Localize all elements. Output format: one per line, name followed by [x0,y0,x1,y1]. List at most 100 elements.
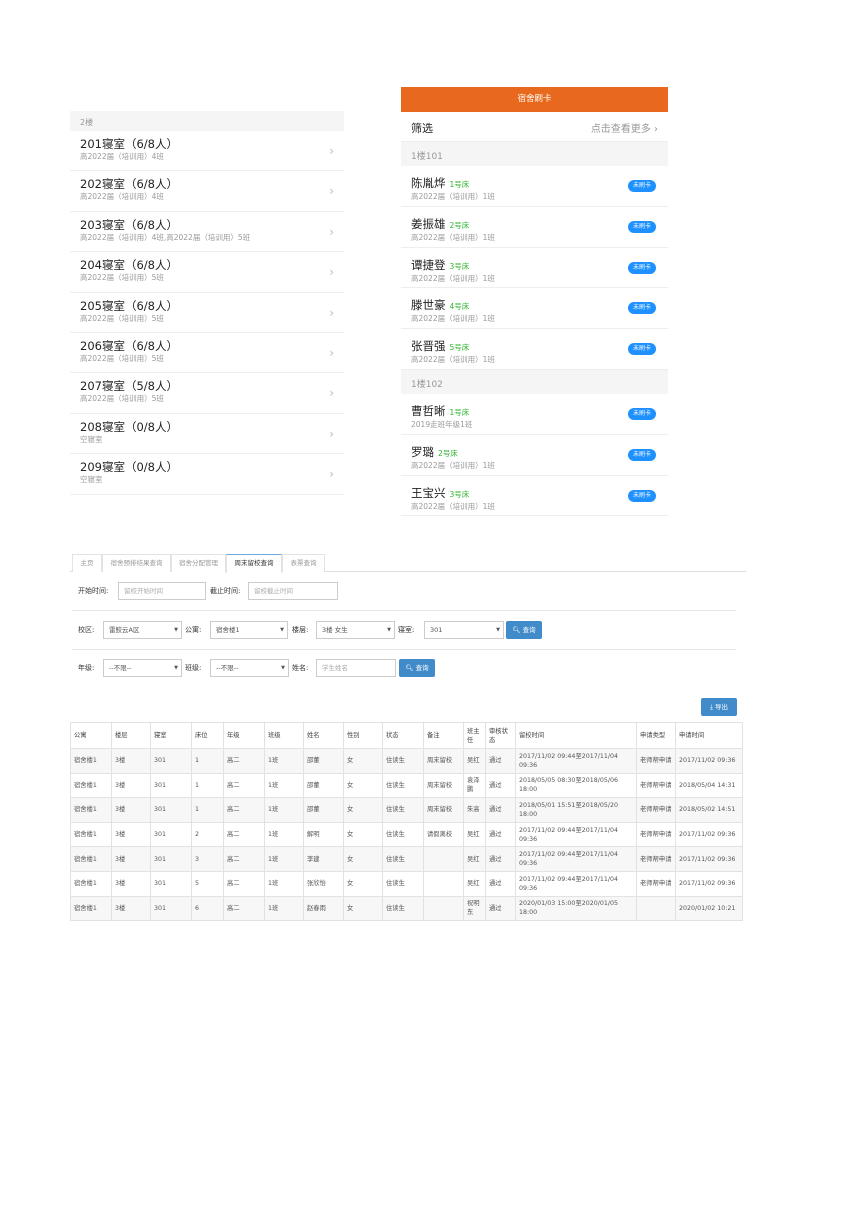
student-line: 陈胤烨 1号床 [411,172,658,191]
table-cell: 1 [191,748,224,774]
tab-4[interactable]: 周末留校查询 [226,554,282,573]
student-item[interactable]: 滕世豪 4号床 高2022届（培训用）1班 未刷卡 [401,288,668,330]
tab-1[interactable]: 主页 [72,554,102,572]
room-item[interactable]: 206寝室（6/8人） 高2022届（培训用）5班 › [70,333,344,374]
table-header-row: 公寓 楼层 寝室 床位 年级 班级 姓名 性别 状态 备注 班主任 审核状态 留校时间 申请类型 申请时间 [70,722,743,749]
apartment-select[interactable]: 宿舍楼1 ▼ [210,621,288,639]
room-item[interactable]: 208寝室（0/8人） 空寝室 › [70,414,344,455]
grade-select[interactable]: --不限-- ▼ [103,659,182,677]
table-cell: 3楼 [111,772,151,799]
table-cell: 住读生 [382,748,424,774]
filter-more-link[interactable]: 点击查看更多 › [591,120,658,135]
chevron-down-icon: ▼ [281,665,285,671]
table-cell: 宿舍楼1 [70,870,112,897]
room-select[interactable]: 301 ▼ [424,621,504,639]
table-cell: 2017/11/02 09:36 [675,870,743,897]
name-input[interactable]: 学生姓名 [316,659,396,677]
room-item[interactable]: 207寝室（5/8人） 高2022届（培训用）5班 › [70,373,344,414]
student-item[interactable]: 罗璐 2号床 高2022届（培训用）1班 未刷卡 [401,435,668,476]
table-cell: 吴红 [463,748,486,774]
end-time-input[interactable]: 留校截止时间 [248,582,338,600]
table-cell: 朱高 [463,797,486,823]
bed-number: 5号床 [449,343,470,353]
table-cell: 老师帮申请 [636,748,676,774]
table-cell: 高二 [223,748,265,774]
tab-3[interactable]: 宿舍分配管理 [171,554,226,572]
table-cell: 女 [343,821,383,848]
location-query-button[interactable]: 🔍︎ 查询 [506,621,542,639]
room-name: 203寝室（6/8人） [80,217,178,232]
query-label: 查询 [522,626,536,634]
room-item[interactable]: 202寝室（6/8人） 高2022届（培训用）4班 › [70,171,344,212]
room-value: 301 [430,626,443,634]
tab-bar: 主页 宿舍预排结果查询 宿舍分配管理 周末留校查询 表票查询 [70,552,746,573]
table-cell: 2017/11/02 09:36 [675,846,743,872]
table-cell: 3楼 [111,846,151,872]
table-cell: 袁泽鹏 [463,772,486,799]
student-item[interactable]: 谭捷登 3号床 高2022届（培训用）1班 未刷卡 [401,248,668,289]
room-item[interactable]: 201寝室（6/8人） 高2022届（培训用）4班 › [70,131,344,172]
table-cell: 通过 [485,797,516,823]
student-item[interactable]: 陈胤烨 1号床 高2022届（培训用）1班 未刷卡 [401,166,668,207]
download-icon: ⤓ [710,703,713,711]
grade-value: --不限-- [109,664,132,672]
table-cell: 女 [343,797,383,823]
apartment-label: 公寓: [185,626,202,634]
bed-number: 4号床 [449,302,470,312]
room-list: 201寝室（6/8人） 高2022届（培训用）4班 › 202寝室（6/8人） 高202… [70,131,344,495]
table-cell: 吴红 [463,870,486,897]
table-cell: 邵董 [303,772,344,799]
student-item[interactable]: 王宝兴 3号床 高2022届（培训用）1班 未刷卡 [401,476,668,517]
name-label: 姓名: [292,664,309,672]
table-cell: 解明 [303,821,344,848]
room-group-header: 1楼101 [401,142,668,166]
student-item[interactable]: 曹哲晰 1号床 2019走班年级1班 未刷卡 [401,394,668,435]
student-item[interactable]: 张晋强 5号床 高2022届（培训用）1班 未刷卡 [401,329,668,370]
student-groups: 1楼101 陈胤烨 1号床 高2022届（培训用）1班 未刷卡 姜振雄 2号床 高2022届（… [401,142,668,517]
student-name: 滕世豪 [411,298,446,313]
table-cell [423,895,464,922]
table-cell: 住读生 [382,870,424,897]
tab-5[interactable]: 表票查询 [282,554,325,572]
table-cell: 1班 [264,895,304,922]
checkin-panel: 宿舍刷卡 筛选 点击查看更多 › 1楼101 陈胤烨 1号床 高2022届（培训用）1… [401,87,668,517]
start-time-input[interactable]: 留校开始时间 [118,582,206,600]
table-cell: 吴红 [463,821,486,848]
table-row: 宿舍楼1 3楼 301 1 高二 1班 邵董女住读生 周末留校 袁泽鹏 通过 2018/05/05 … [70,772,743,799]
room-item[interactable]: 203寝室（6/8人） 高2022届（培训用）4班,高2022届（培训用）5班 › [70,212,344,253]
room-item[interactable]: 205寝室（6/8人） 高2022届（培训用）5班 › [70,293,344,333]
campus-select[interactable]: 雷鲛云A区 ▼ [103,621,182,639]
table-cell: 宿舍楼1 [70,772,112,799]
room-item[interactable]: 204寝室（6/8人） 高2022届（培训用）5班 › [70,252,344,293]
student-name: 陈胤烨 [411,176,446,190]
room-item[interactable]: 209寝室（0/8人） 空寝室 › [70,454,344,495]
chevron-right-icon: › [329,265,334,280]
class-select[interactable]: --不限-- ▼ [210,659,289,677]
floor-select[interactable]: 3楼 女生 ▼ [316,621,395,639]
class-label: 班级: [185,664,202,672]
name-query-button[interactable]: 🔍︎ 查询 [399,659,435,677]
table-cell [423,870,464,897]
status-badge: 未刷卡 [627,180,656,192]
column-header: 申请类型 [636,722,676,749]
table-cell: 老师帮申请 [636,797,676,823]
table-cell: 1班 [264,870,304,897]
room-name: 201寝室（6/8人） [80,137,178,151]
export-button[interactable]: ⤓ 导出 [701,698,737,716]
chevron-down-icon: ▼ [387,627,391,633]
student-class: 高2022届（培训用）1班 [411,192,495,201]
chevron-down-icon: ▼ [280,627,284,633]
room-classes: 高2022届（培训用）5班 [80,273,164,283]
table-cell: 宿舍楼1 [70,748,112,774]
campus-value: 雷鲛云A区 [109,626,140,634]
column-header: 性别 [343,722,383,749]
bed-number: 3号床 [449,489,470,499]
table-cell: 通过 [485,821,516,848]
bed-number: 1号床 [449,180,470,189]
student-item[interactable]: 姜振雄 2号床 高2022届（培训用）1班 未刷卡 [401,207,668,248]
tab-2[interactable]: 宿舍预排结果查询 [102,554,171,572]
table-cell: 1班 [264,748,304,774]
filter-row[interactable]: 筛选 点击查看更多 › [401,112,668,142]
table-cell: 301 [150,870,192,897]
table-cell: 2020/01/03 15:00至2020/01/05 18:00 [515,895,637,922]
